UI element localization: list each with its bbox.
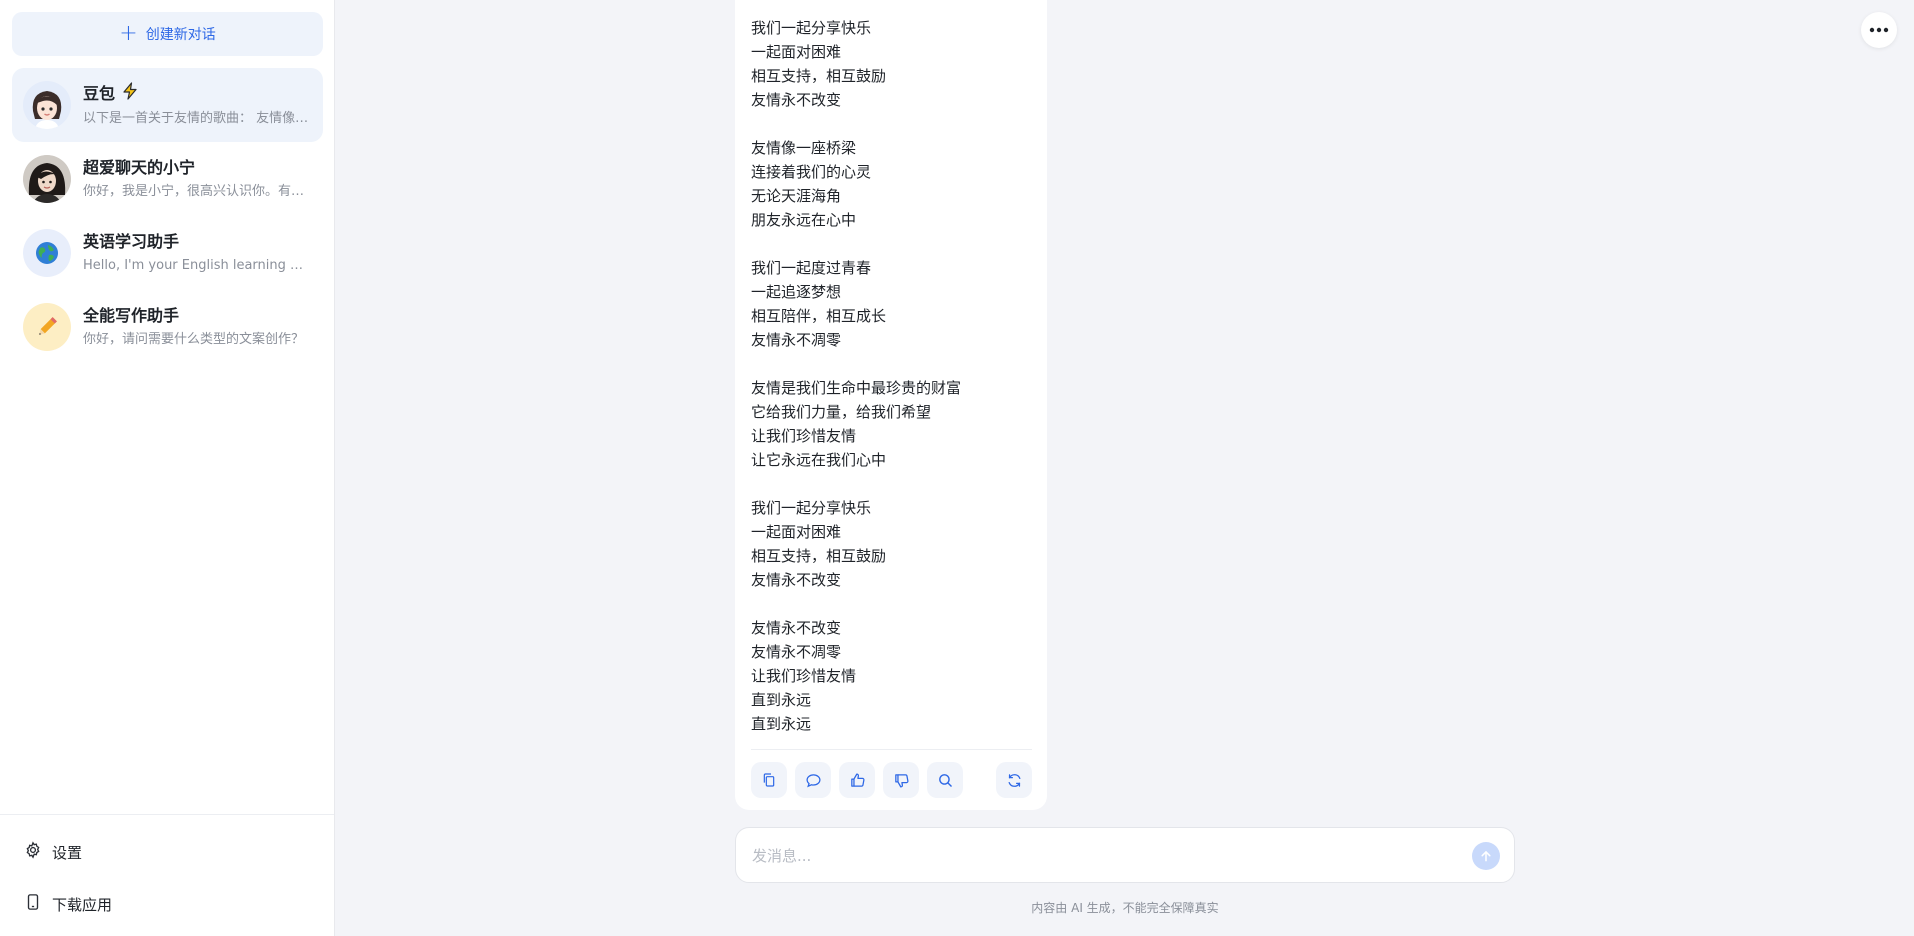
more-options-button[interactable] <box>1861 12 1897 48</box>
thumbs-down-button[interactable] <box>883 762 919 798</box>
lightning-icon <box>121 82 139 106</box>
search-button[interactable] <box>927 762 963 798</box>
conversation-preview: 你好，我是小宁，很高兴认识你。有什么想聊的吗？ <box>83 184 309 199</box>
thumbs-up-button[interactable] <box>839 762 875 798</box>
ai-disclaimer: 内容由 AI 生成，不能完全保障真实 <box>1031 901 1219 915</box>
conversation-item-writing-assistant[interactable]: 全能写作助手 你好，请问需要什么类型的文案创作？ <box>12 290 323 364</box>
assistant-message: 我们一起分享快乐 一起面对困难 相互支持，相互鼓励 友情永不改变 友情像一座桥梁… <box>735 0 1047 810</box>
app-root: + 创建新对话 豆包 以下是一首关于友情的歌曲： 友情像一 超爱聊天的小宁 你好… <box>0 0 1914 936</box>
send-button[interactable] <box>1472 842 1500 870</box>
thumbs-up-icon <box>850 772 865 787</box>
message-input[interactable] <box>752 842 1442 870</box>
comment-icon <box>805 773 821 787</box>
message-actions <box>751 762 1032 798</box>
copy-button[interactable] <box>751 762 787 798</box>
conversation-title: 豆包 <box>83 84 116 103</box>
conversation-title: 英语学习助手 <box>83 232 180 251</box>
conversation-preview: Hello, I'm your English learning assista… <box>83 258 309 273</box>
message-text: 我们一起分享快乐 一起面对困难 相互支持，相互鼓励 友情永不改变 友情像一座桥梁… <box>751 19 962 733</box>
sidebar: + 创建新对话 豆包 以下是一首关于友情的歌曲： 友情像一 超爱聊天的小宁 你好… <box>0 0 335 936</box>
settings-label: 设置 <box>52 843 83 862</box>
thumbs-down-icon <box>894 773 909 788</box>
conversation-title: 全能写作助手 <box>83 306 180 325</box>
phone-icon <box>24 893 42 915</box>
arrow-up-icon <box>1481 851 1491 862</box>
pencil-icon <box>23 303 71 351</box>
message-composer <box>735 827 1515 883</box>
download-app-button[interactable]: 下载应用 <box>24 893 112 915</box>
conversation-item-doubao[interactable]: 豆包 以下是一首关于友情的歌曲： 友情像一座桥梁 <box>12 68 323 142</box>
conversation-item-english-assistant[interactable]: 英语学习助手 Hello, I'm your English learning … <box>12 216 323 290</box>
new-chat-label: 创建新对话 <box>145 27 216 43</box>
more-dots-icon <box>1869 27 1889 33</box>
conversation-title: 超爱聊天的小宁 <box>83 158 196 177</box>
conversation-preview: 你好，请问需要什么类型的文案创作？ <box>83 332 305 347</box>
copy-icon <box>763 773 775 787</box>
globe-icon <box>23 229 71 277</box>
avatar <box>23 155 71 203</box>
conversation-list: 豆包 以下是一首关于友情的歌曲： 友情像一座桥梁 <box>12 68 323 364</box>
sidebar-footer: 设置 下载应用 <box>0 814 334 936</box>
regenerate-button[interactable] <box>996 762 1032 798</box>
settings-button[interactable]: 设置 <box>24 841 82 863</box>
new-chat-button[interactable]: + 创建新对话 <box>12 12 323 56</box>
conversation-preview: 以下是一首关于友情的歌曲： 友情像一座桥梁 <box>83 111 309 126</box>
download-app-label: 下载应用 <box>52 895 113 914</box>
gear-icon <box>24 841 42 863</box>
chat-main: 我们一起分享快乐 一起面对困难 相互支持，相互鼓励 友情永不改变 友情像一座桥梁… <box>335 0 1914 936</box>
comment-button[interactable] <box>795 762 831 798</box>
conversation-item-xiaoning[interactable]: 超爱聊天的小宁 你好，我是小宁，很高兴认识你。有什么想聊的吗？ <box>12 142 323 216</box>
plus-icon: + <box>119 21 138 46</box>
avatar <box>23 81 71 129</box>
message-divider <box>751 749 1032 750</box>
search-icon <box>938 773 952 787</box>
refresh-icon <box>1008 773 1020 787</box>
